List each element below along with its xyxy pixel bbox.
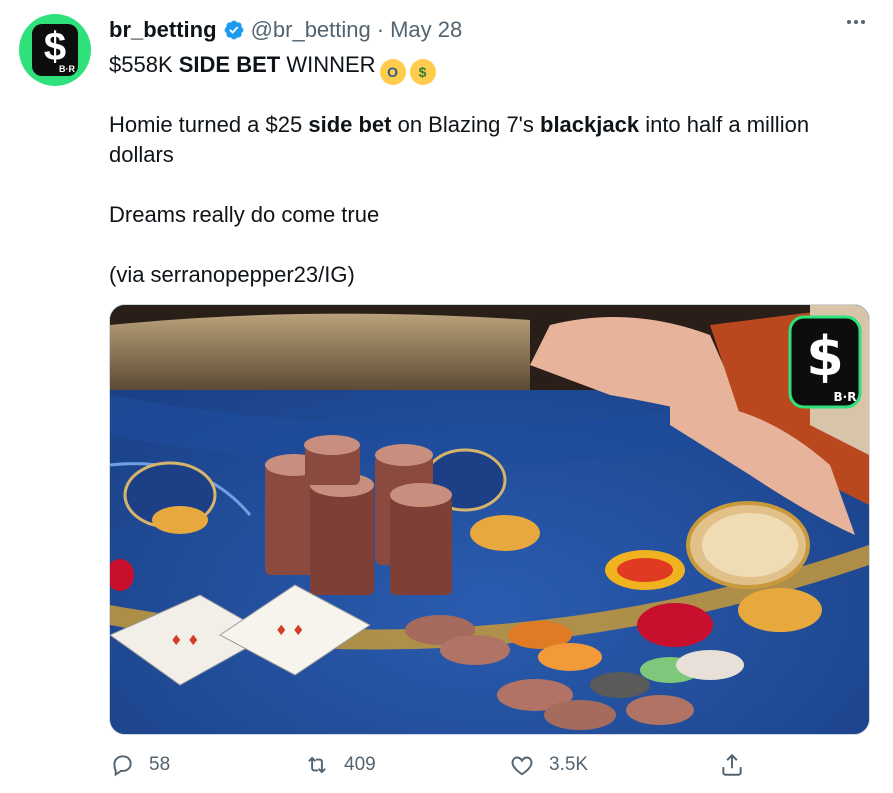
- like-count: 3.5K: [549, 754, 589, 775]
- media-watermark-symbol: $: [806, 325, 844, 388]
- media-watermark-sub: B·R: [834, 390, 857, 404]
- line1-part-a: Homie turned a $25: [109, 112, 309, 137]
- tweet-date[interactable]: May 28: [390, 17, 462, 43]
- screaming-face-emoji-icon: O: [379, 59, 406, 85]
- reply-icon: [113, 755, 132, 777]
- headline-suffix: WINNER: [280, 52, 376, 77]
- tweet-line-1: Homie turned a $25 side bet on Blazing 7…: [109, 110, 849, 170]
- avatar-logo: $ B·R: [32, 24, 78, 76]
- tweet-header: br_betting @br_betting · May 28: [109, 14, 462, 46]
- author-avatar[interactable]: $ B·R: [19, 14, 91, 86]
- more-options-icon[interactable]: [847, 20, 865, 24]
- tweet-line-3: (via serranopepper23/IG): [109, 262, 355, 287]
- retweet-count: 409: [344, 754, 376, 775]
- verified-badge-icon: [223, 19, 245, 41]
- tweet-headline: $558K SIDE BET WINNER O $: [109, 50, 849, 85]
- avatar-br-label: B·R: [59, 64, 75, 74]
- tweet-media-image[interactable]: ♦ ♦ ♦ ♦ $ B·R: [109, 304, 870, 735]
- avatar-dollar-symbol: $: [43, 25, 67, 69]
- line1-bold-side-bet: side bet: [308, 112, 392, 137]
- author-name[interactable]: br_betting: [109, 17, 217, 43]
- headline-bold: SIDE BET: [178, 52, 281, 77]
- tweet-actions: 58 409 3.5K: [109, 752, 849, 782]
- headline-prefix: $558K: [109, 52, 179, 77]
- line1-bold-blackjack: blackjack: [540, 112, 640, 137]
- tweet-line-2: Dreams really do come true: [109, 202, 380, 227]
- tweet-text: $558K SIDE BET WINNER O $ Homie turned a $…: [109, 50, 849, 290]
- separator-dot: ·: [376, 17, 385, 42]
- retweet-icon: [308, 756, 326, 774]
- svg-text:♦ ♦: ♦ ♦: [275, 623, 305, 639]
- share-button[interactable]: [719, 752, 745, 778]
- heart-icon: [511, 756, 533, 776]
- reply-count: 58: [149, 754, 171, 775]
- svg-text:♦ ♦: ♦ ♦: [170, 633, 200, 649]
- retweet-button[interactable]: 409: [304, 752, 376, 778]
- reply-button[interactable]: 58: [109, 752, 170, 778]
- money-mouth-face-emoji-icon: $: [409, 59, 436, 85]
- author-handle[interactable]: @br_betting: [251, 17, 371, 43]
- like-button[interactable]: 3.5K: [509, 752, 588, 778]
- share-icon: [722, 753, 742, 776]
- line1-part-c: on Blazing 7's: [391, 112, 540, 137]
